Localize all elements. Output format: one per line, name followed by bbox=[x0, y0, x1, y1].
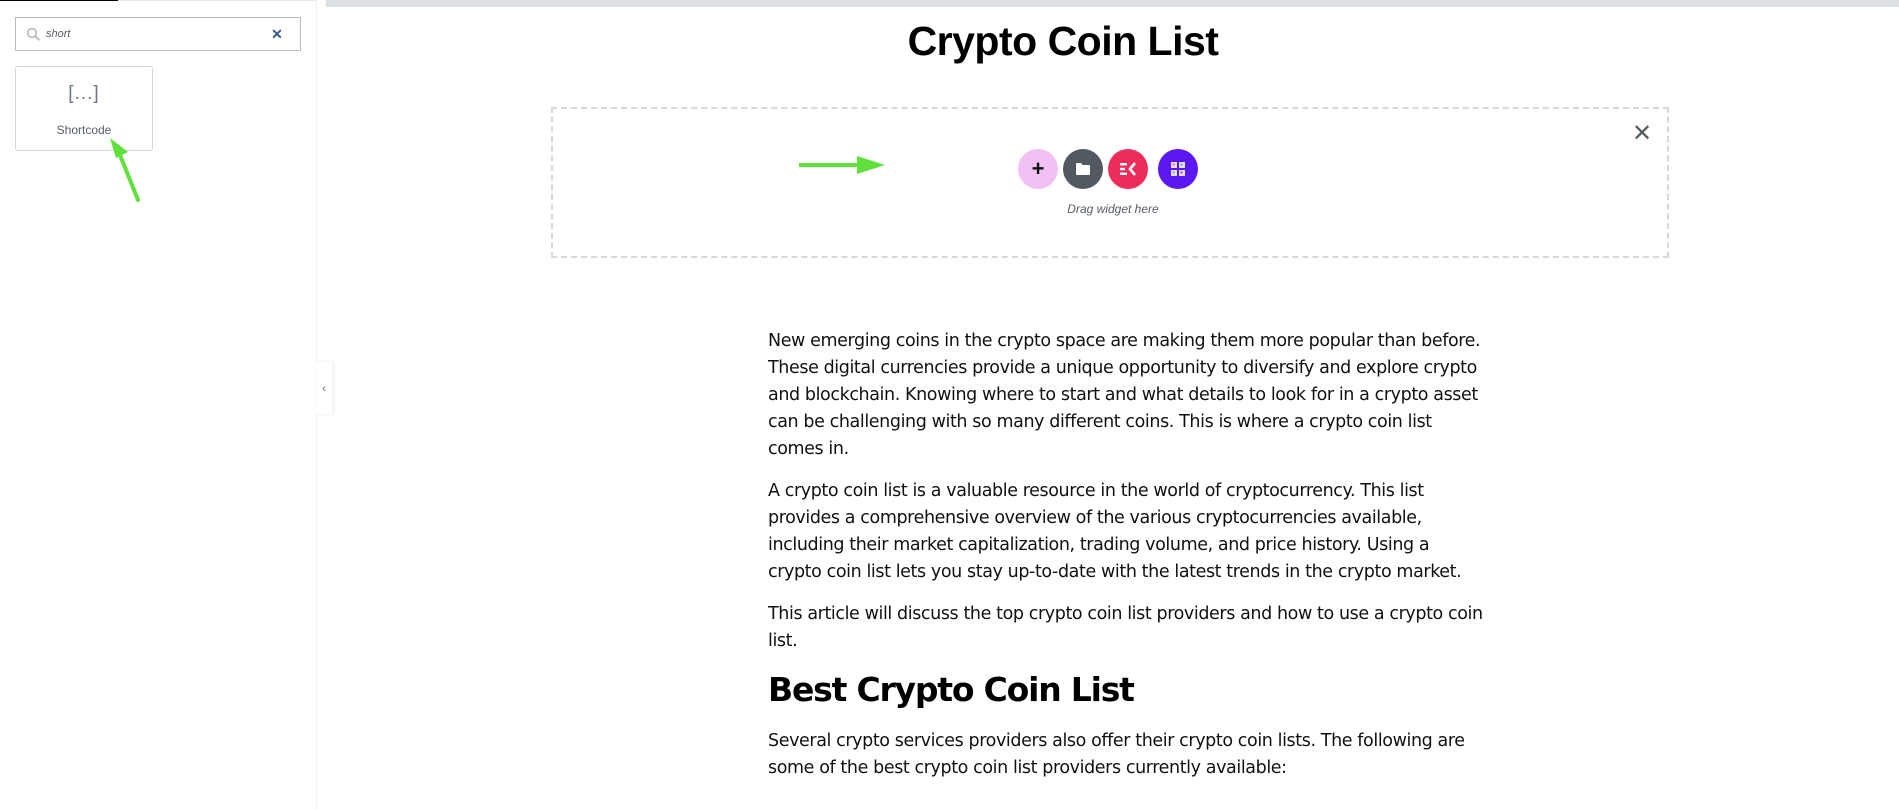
article-body: New emerging coins in the crypto space a… bbox=[768, 328, 1483, 797]
search-icon bbox=[26, 27, 40, 41]
template-library-button[interactable] bbox=[1158, 149, 1198, 189]
chevron-left-icon: ‹ bbox=[322, 381, 326, 395]
widget-panel: ✕ [...] Shortcode bbox=[0, 0, 317, 809]
canvas-top-bar bbox=[326, 0, 1899, 7]
article-paragraph: This article will discuss the top crypto… bbox=[768, 604, 1483, 651]
add-template-button[interactable] bbox=[1063, 149, 1103, 189]
elementskit-library-button[interactable] bbox=[1108, 149, 1148, 189]
plus-icon: + bbox=[1031, 156, 1045, 181]
elementskit-icon bbox=[1120, 162, 1136, 176]
annotation-arrow-icon bbox=[799, 156, 885, 174]
article-paragraph: New emerging coins in the crypto space a… bbox=[768, 331, 1481, 459]
drag-widget-hint-text: Drag widget here bbox=[1067, 202, 1159, 216]
widget-search-box[interactable]: ✕ bbox=[15, 17, 301, 51]
widget-shortcode[interactable]: [...] Shortcode bbox=[15, 66, 153, 151]
article-paragraph: A crypto coin list is a valuable resourc… bbox=[768, 481, 1462, 582]
widget-label: Shortcode bbox=[56, 123, 112, 137]
page-title: Crypto Coin List bbox=[907, 18, 1219, 64]
active-tab-indicator bbox=[0, 0, 118, 1]
grid-icon bbox=[1171, 162, 1185, 176]
widget-search-input[interactable] bbox=[46, 18, 266, 50]
folder-icon bbox=[1076, 163, 1090, 175]
empty-section-dropzone[interactable]: ✕ + Drag widget here bbox=[551, 107, 1669, 258]
add-section-buttons: + bbox=[1018, 149, 1203, 189]
section-heading: Best Crypto Coin List bbox=[768, 670, 1135, 709]
close-icon[interactable]: ✕ bbox=[270, 26, 284, 42]
article-paragraph: Several crypto services providers also o… bbox=[768, 731, 1465, 778]
add-section-button[interactable]: + bbox=[1018, 149, 1058, 189]
close-icon[interactable]: ✕ bbox=[1631, 122, 1653, 146]
collapse-panel-button[interactable]: ‹ bbox=[316, 362, 332, 414]
shortcode-icon: [...] bbox=[68, 83, 100, 104]
